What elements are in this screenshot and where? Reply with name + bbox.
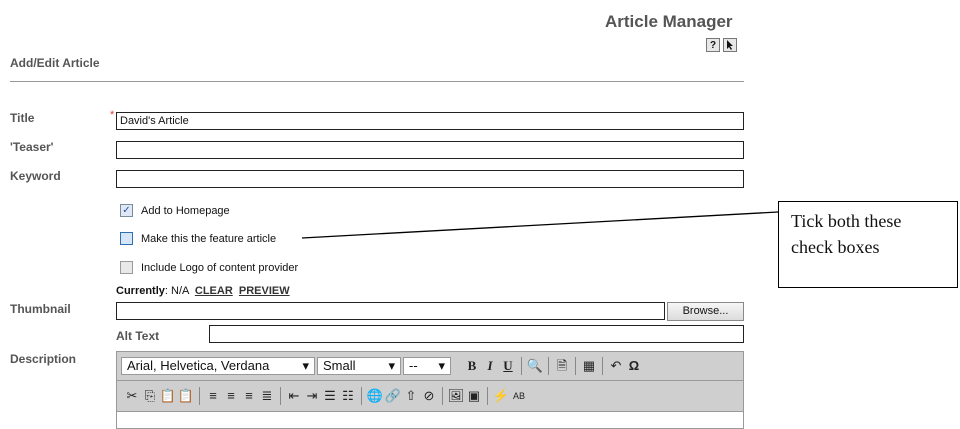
section-title: Add/Edit Article [10, 56, 100, 70]
toolbar-separator [548, 357, 549, 375]
special-char-icon[interactable]: Ω [625, 357, 643, 375]
clear-link[interactable]: CLEAR [195, 285, 233, 297]
feature-article-checkbox[interactable] [120, 232, 133, 245]
align-center-icon[interactable]: ≡ [222, 387, 240, 405]
unlink-icon[interactable]: ⊘ [420, 387, 438, 405]
flash-icon[interactable]: ⚡ [492, 387, 510, 405]
toolbar-separator [442, 387, 443, 405]
image-gallery-icon[interactable]: ▣ [465, 387, 483, 405]
keyword-input[interactable] [116, 170, 744, 188]
justify-icon[interactable]: ≣ [258, 387, 276, 405]
align-right-icon[interactable]: ≡ [240, 387, 258, 405]
align-left-icon[interactable]: ≡ [204, 387, 222, 405]
add-homepage-row[interactable]: ✓ Add to Homepage [120, 204, 230, 217]
toolbar-separator [575, 357, 576, 375]
indent-icon[interactable]: ⇥ [303, 387, 321, 405]
insert-link-icon[interactable]: 🌐 [366, 387, 384, 405]
outdent-icon[interactable]: ⇤ [285, 387, 303, 405]
description-label: Description [10, 352, 77, 366]
add-homepage-label: Add to Homepage [141, 204, 230, 217]
toolbar-separator [602, 357, 603, 375]
include-logo-row[interactable]: Include Logo of content provider [120, 261, 298, 274]
link-icon[interactable]: 🔗 [384, 387, 402, 405]
insert-image-icon[interactable]: 🖼 [447, 387, 465, 405]
editor-toolbar-2: ✂ ⎘ 📋 📋 ≡ ≡ ≡ ≣ ⇤ ⇥ ☰ ☷ 🌐 🔗 ⇧ ⊘ 🖼 ▣ ⚡ AB [116, 381, 744, 412]
upload-icon[interactable]: ⇧ [402, 387, 420, 405]
annotation-callout: Tick both these check boxes [778, 201, 958, 288]
callout-line-1: Tick both these [791, 211, 902, 231]
dropdown-arrow-icon: ▾ [438, 358, 445, 373]
thumbnail-file-input[interactable] [116, 302, 665, 320]
table-icon[interactable]: ▦ [580, 357, 598, 375]
dropdown-arrow-icon: ▾ [388, 358, 395, 373]
underline-icon[interactable]: U [499, 357, 517, 375]
paste-icon[interactable]: 📋 [159, 387, 177, 405]
font-size-select[interactable]: Small ▾ [317, 357, 401, 375]
pointer-button[interactable] [723, 38, 737, 52]
help-button[interactable]: ? [706, 38, 720, 52]
page-title: Article Manager [605, 12, 733, 31]
teaser-input[interactable] [116, 141, 744, 159]
cursor-icon [727, 40, 733, 50]
bullet-list-icon[interactable]: ☰ [321, 387, 339, 405]
numbered-list-icon[interactable]: ☷ [339, 387, 357, 405]
spellcheck-icon[interactable]: AB [510, 387, 528, 405]
copy-icon[interactable]: ⎘ [141, 387, 159, 405]
font-family-select[interactable]: Arial, Helvetica, Verdana ▾ [121, 357, 315, 375]
feature-article-label: Make this the feature article [141, 232, 277, 245]
editor-toolbar-1: Arial, Helvetica, Verdana ▾ Small ▾ -- ▾ B … [116, 351, 744, 381]
toolbar-separator [487, 387, 488, 405]
dropdown-arrow-icon: ▾ [302, 358, 309, 373]
title-label: Title [10, 111, 35, 125]
teaser-label: 'Teaser' [10, 140, 54, 154]
currently-label: Currently [116, 285, 165, 297]
thumbnail-label: Thumbnail [10, 302, 71, 316]
italic-icon[interactable]: I [481, 357, 499, 375]
font-family-value: Arial, Helvetica, Verdana [127, 358, 270, 373]
include-logo-checkbox[interactable] [120, 261, 133, 274]
callout-pointer-line [301, 211, 779, 239]
font-size-value: Small [323, 358, 356, 373]
section-divider [10, 81, 744, 82]
include-logo-label: Include Logo of content provider [141, 261, 299, 274]
toolbar-separator [280, 387, 281, 405]
browse-button[interactable]: Browse... [667, 302, 744, 321]
thumbnail-currently: Currently: N/A CLEAR PREVIEW [116, 285, 290, 297]
alt-text-input[interactable] [209, 325, 744, 343]
paste-text-icon[interactable]: 📋 [177, 387, 195, 405]
format-value: -- [409, 358, 418, 373]
preview-link[interactable]: PREVIEW [239, 285, 290, 297]
add-homepage-checkbox[interactable]: ✓ [120, 204, 133, 217]
toolbar-separator [199, 387, 200, 405]
feature-article-row[interactable]: Make this the feature article [120, 232, 276, 245]
preview-icon[interactable]: 🗎 [553, 357, 571, 375]
find-replace-icon[interactable]: 🔍 [526, 357, 544, 375]
title-input[interactable]: David's Article [116, 112, 744, 130]
undo-icon[interactable]: ↶ [607, 357, 625, 375]
description-editor[interactable] [116, 412, 744, 429]
required-marker: * [110, 109, 115, 121]
toolbar-separator [521, 357, 522, 375]
toolbar-separator [361, 387, 362, 405]
keyword-label: Keyword [10, 169, 61, 183]
currently-value: : N/A [164, 285, 189, 297]
cut-icon[interactable]: ✂ [123, 387, 141, 405]
format-select[interactable]: -- ▾ [403, 357, 451, 375]
alt-text-label: Alt Text [116, 329, 160, 343]
callout-line-2: check boxes [791, 237, 880, 257]
bold-icon[interactable]: B [463, 357, 481, 375]
